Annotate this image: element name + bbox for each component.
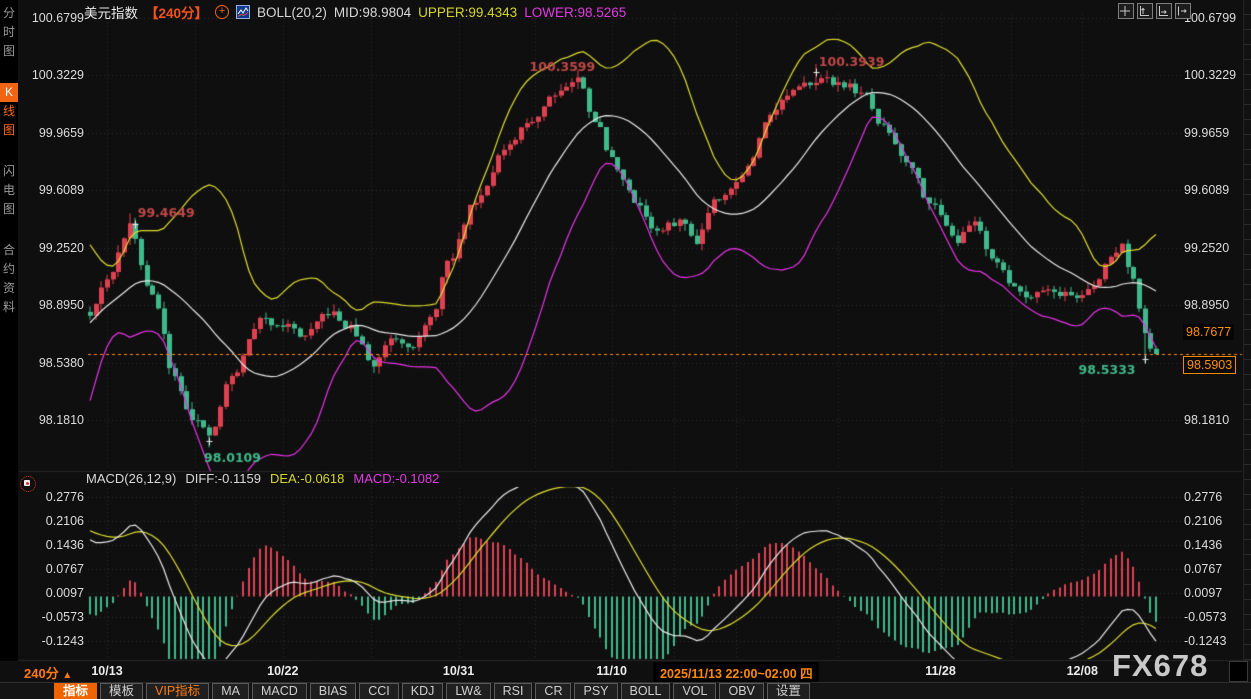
date-tick-label: 12/08 [1067,664,1098,678]
sidebar-tab-char: K [0,83,18,102]
shift-right-icon[interactable] [1175,3,1191,19]
toolbar-button-vol[interactable]: VOL [673,683,716,699]
toolbar-button-设置[interactable]: 设置 [767,683,810,699]
date-tick-label: 11/10 [596,664,627,678]
right-scrollbar[interactable] [1243,0,1251,660]
toolbar-button-bias[interactable]: BIAS [310,683,357,699]
boll-upper-value: UPPER:99.4343 [418,5,517,20]
alert-record-icon[interactable] [20,476,36,492]
chart-header: 美元指数 【240分】 BOLL(20,2) MID:98.9804 UPPER… [84,3,626,21]
last-price-badge: 98.5903 [1183,356,1236,374]
toolbar-button-psy[interactable]: PSY [574,683,617,699]
reference-price-badge: 98.7677 [1183,324,1234,340]
sidebar-tab-闪电图[interactable]: 闪电图 [0,162,18,219]
toolbar-button-lw[interactable]: LW& [446,683,490,699]
macd-dea-value: DEA:-0.0618 [270,471,344,486]
toolbar-button-kdj[interactable]: KDJ [402,683,444,699]
indicator-toolbar: 指标模板VIP指标MAMACDBIASCCIKDJLW&RSICRPSYBOLL… [0,682,1251,699]
toolbar-button-指标[interactable]: 指标 [54,683,97,699]
sidebar-tab-char: 闪 [0,162,18,181]
sidebar-tab-char: 资 [0,279,18,298]
date-tick-label: 11/28 [925,664,956,678]
boll-mid-value: MID:98.9804 [334,5,411,20]
time-axis: 240分 ▲ 10/13 10/22 10/31 11/10 2025/11/13 22… [0,661,1251,682]
sidebar-tab-char: 约 [0,260,18,279]
symbol-title: 美元指数 [84,2,138,22]
selected-time-label: 2025/11/13 22:00~02:00 四 [654,662,819,683]
boll-lower-value: LOWER:98.5265 [524,5,626,20]
interval-selector-label: 240分 [24,666,59,681]
sidebar-tab-char: 料 [0,298,18,317]
sidebar-tab-合约资料[interactable]: 合约资料 [0,241,18,317]
alert-record-icon-dot [26,482,29,485]
trading-app: 分时图K线图闪电图合约资料 美元指数 【240分】 BOLL(20,2) MID… [0,0,1251,699]
sidebar-tab-char: 图 [0,42,18,61]
pan-icon[interactable] [1118,3,1134,19]
sidebar-tab-char: 线 [0,102,18,121]
toolbar-button-ma[interactable]: MA [212,683,249,699]
toolbar-button-cr[interactable]: CR [535,683,571,699]
interval-selector[interactable]: 240分 ▲ [24,663,72,682]
sidebar: 分时图K线图闪电图合约资料 [0,0,18,661]
chart-tool-icons [1118,3,1191,19]
toolbar-button-rsi[interactable]: RSI [494,683,533,699]
date-tick-label: 10/31 [443,664,474,678]
axis-corner-box [1229,661,1248,682]
chart-canvas[interactable] [0,0,1251,699]
date-tick-label: 10/22 [267,664,298,678]
add-indicator-icon[interactable] [215,5,229,19]
toolbar-button-obv[interactable]: OBV [719,683,763,699]
scale-horizontal-icon[interactable] [1156,3,1172,19]
macd-diff-value: DIFF:-0.1159 [185,471,261,486]
toolbar-button-macd[interactable]: MACD [252,683,307,699]
macd-header: MACD(26,12,9) DIFF:-0.1159 DEA:-0.0618 M… [86,471,439,486]
toolbar-button-boll[interactable]: BOLL [621,683,671,699]
indicator-name: BOLL(20,2) [257,5,327,20]
interval-title: 【240分】 [145,2,208,22]
sidebar-tab-char: 时 [0,23,18,42]
macd-bar-value: MACD:-0.1082 [353,471,439,486]
interval-selector-arrow-icon: ▲ [62,670,72,681]
sidebar-tab-分时图[interactable]: 分时图 [0,4,18,61]
chart-type-icon[interactable] [236,5,250,19]
fx678-watermark: FX678 [1112,648,1208,684]
sidebar-tab-char: 分 [0,4,18,23]
sidebar-tab-K线图[interactable]: K线图 [0,83,18,140]
date-tick-label: 10/13 [91,664,122,678]
sidebar-tab-char: 图 [0,121,18,140]
sidebar-tab-char: 电 [0,181,18,200]
toolbar-button-vip指标[interactable]: VIP指标 [146,683,209,699]
sidebar-tab-char: 图 [0,200,18,219]
scale-vertical-icon[interactable] [1137,3,1153,19]
sidebar-tab-char: 合 [0,241,18,260]
toolbar-button-模板[interactable]: 模板 [100,683,143,699]
toolbar-button-cci[interactable]: CCI [359,683,399,699]
macd-indicator-name: MACD(26,12,9) [86,471,176,486]
